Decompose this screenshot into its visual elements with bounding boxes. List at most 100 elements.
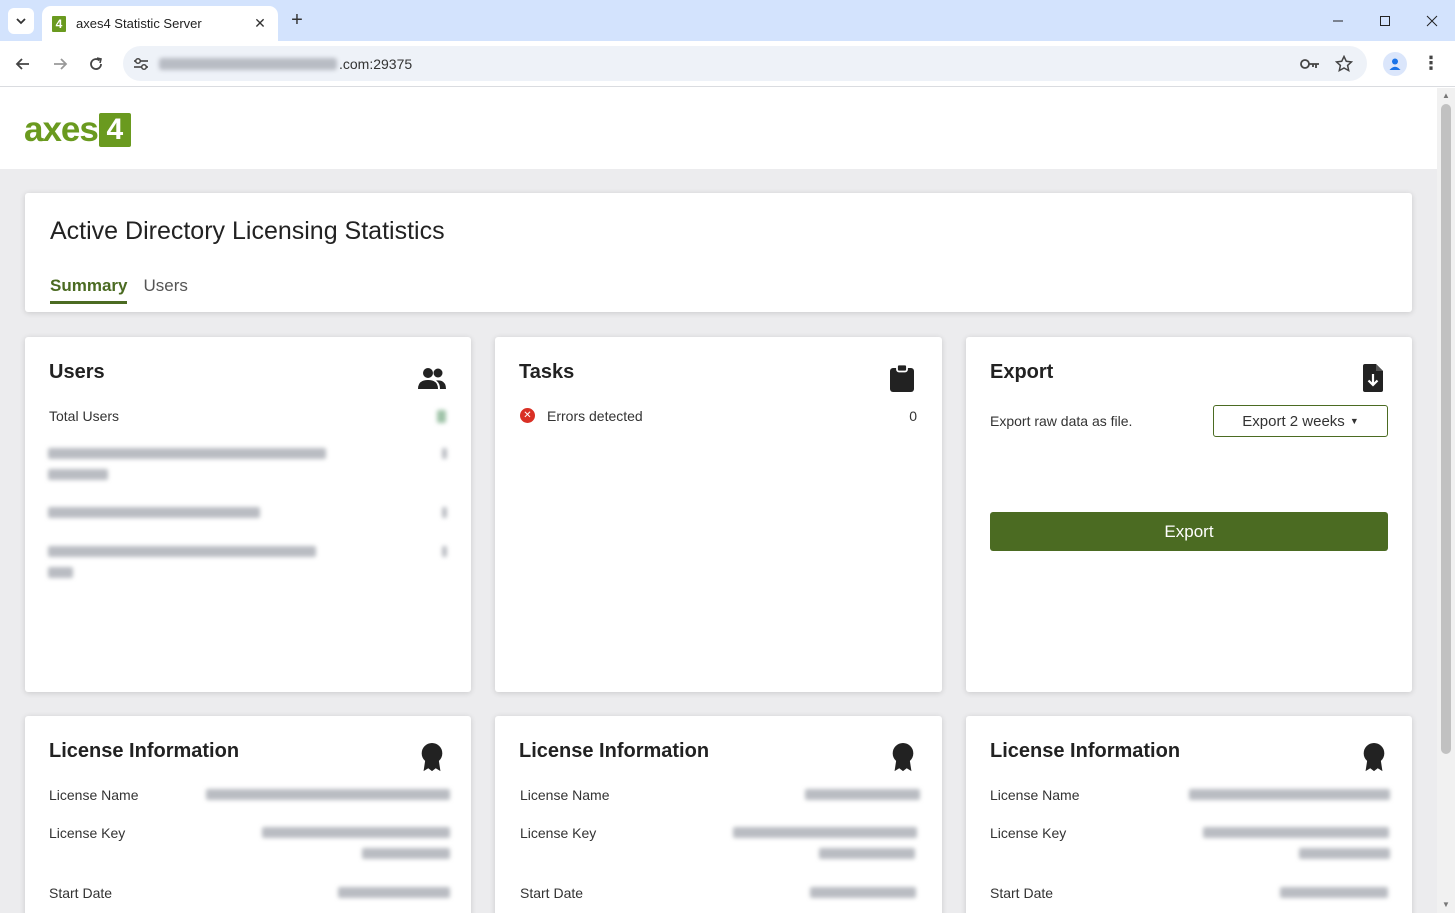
certificate-ribbon-icon xyxy=(1363,742,1385,772)
user-row-label-redacted xyxy=(48,448,326,459)
url-host-redacted xyxy=(159,57,337,70)
bookmark-star-icon[interactable] xyxy=(1333,53,1355,75)
user-row-label-redacted xyxy=(48,546,316,557)
license-key-value-redacted xyxy=(262,827,450,838)
scroll-down-icon[interactable]: ▼ xyxy=(1441,900,1451,910)
password-key-icon[interactable] xyxy=(1299,53,1321,75)
axes4-logo[interactable]: axes 4 xyxy=(24,110,131,150)
chevron-down-icon xyxy=(16,18,26,25)
start-date-value-redacted xyxy=(338,887,450,898)
total-users-value-redacted xyxy=(437,410,446,423)
reload-button[interactable] xyxy=(84,52,108,76)
minimize-button[interactable] xyxy=(1314,0,1361,41)
close-tab-icon[interactable]: ✕ xyxy=(252,15,268,32)
license-key-label: License Key xyxy=(990,825,1067,841)
license-card-1: License Information License Name License… xyxy=(25,716,471,913)
start-date-label: Start Date xyxy=(520,885,584,901)
user-row-value-redacted xyxy=(442,507,447,518)
browser-toolbar: .com:29375 xyxy=(0,41,1455,87)
maximize-icon xyxy=(1379,15,1390,26)
caret-down-icon: ▼ xyxy=(1349,416,1359,426)
license-key-value-redacted xyxy=(1299,848,1390,859)
page-title: Active Directory Licensing Statistics xyxy=(50,217,445,245)
maximize-button[interactable] xyxy=(1361,0,1408,41)
start-date-label: Start Date xyxy=(990,885,1054,901)
export-range-dropdown[interactable]: Export 2 weeks ▼ xyxy=(1213,405,1388,437)
user-row-value-redacted xyxy=(442,448,447,459)
logo-number: 4 xyxy=(98,113,131,147)
page-tabs: Summary Users xyxy=(50,276,204,304)
site-info-icon[interactable] xyxy=(131,54,151,74)
file-download-icon xyxy=(1363,364,1383,392)
license-name-value-redacted xyxy=(805,789,920,800)
page-content: axes 4 Active Directory Licensing Statis… xyxy=(0,88,1437,913)
license-key-value-redacted xyxy=(733,827,917,838)
profile-avatar-icon[interactable] xyxy=(1383,52,1407,76)
address-bar[interactable]: .com:29375 xyxy=(123,46,1367,81)
export-card-title: Export xyxy=(990,361,1054,383)
scroll-up-icon[interactable]: ▲ xyxy=(1441,91,1451,101)
new-tab-button[interactable]: + xyxy=(286,10,308,32)
users-card-title: Users xyxy=(49,361,105,383)
license-key-value-redacted xyxy=(819,848,915,859)
certificate-ribbon-icon xyxy=(421,742,443,772)
user-row-value-redacted xyxy=(442,546,447,557)
certificate-ribbon-icon xyxy=(892,742,914,772)
license-key-label: License Key xyxy=(49,825,126,841)
export-range-value: Export 2 weeks xyxy=(1242,412,1345,430)
forward-arrow-icon xyxy=(54,58,68,70)
license-card-3: License Information License Name License… xyxy=(966,716,1412,913)
start-date-value-redacted xyxy=(810,887,916,898)
forward-button[interactable] xyxy=(48,52,72,76)
close-window-button[interactable] xyxy=(1408,0,1455,41)
users-group-icon xyxy=(418,368,446,389)
url-text: .com:29375 xyxy=(339,55,413,72)
favicon-icon: 4 xyxy=(52,15,66,32)
license-card-title: License Information xyxy=(990,740,1181,762)
logo-text: axes xyxy=(24,110,99,149)
users-card: Users Total Users xyxy=(25,337,471,692)
back-arrow-icon xyxy=(15,58,29,70)
license-name-value-redacted xyxy=(206,789,450,800)
license-card-2: License Information License Name License… xyxy=(495,716,942,913)
title-card: Active Directory Licensing Statistics Su… xyxy=(25,193,1412,312)
error-status-icon: ✕ xyxy=(520,408,535,423)
browser-tab[interactable]: 4 axes4 Statistic Server ✕ xyxy=(42,6,278,41)
browser-tab-bar: 4 axes4 Statistic Server ✕ + xyxy=(0,0,1455,41)
export-card: Export Export raw data as file. Export 2… xyxy=(966,337,1412,692)
clipboard-icon xyxy=(890,363,914,392)
export-button[interactable]: Export xyxy=(990,512,1388,551)
export-description: Export raw data as file. xyxy=(990,413,1133,429)
license-card-title: License Information xyxy=(519,740,710,762)
close-icon xyxy=(1426,15,1437,26)
tab-title: axes4 Statistic Server xyxy=(76,16,202,31)
back-button[interactable] xyxy=(11,52,35,76)
license-name-label: License Name xyxy=(49,787,139,803)
tasks-card-title: Tasks xyxy=(519,361,575,383)
errors-detected-label: Errors detected xyxy=(547,408,643,424)
license-key-value-redacted xyxy=(362,848,450,859)
user-row-label-redacted xyxy=(48,567,73,578)
start-date-value-redacted xyxy=(1280,887,1388,898)
reload-icon xyxy=(90,57,102,70)
tab-users[interactable]: Users xyxy=(143,276,187,304)
license-name-label: License Name xyxy=(990,787,1080,803)
app-header: axes 4 xyxy=(0,88,1437,169)
license-key-value-redacted xyxy=(1203,827,1389,838)
start-date-label: Start Date xyxy=(49,885,113,901)
errors-detected-value: 0 xyxy=(909,408,917,424)
user-row-label-redacted xyxy=(48,469,108,480)
total-users-label: Total Users xyxy=(49,408,120,424)
scroll-thumb[interactable] xyxy=(1441,104,1451,754)
minimize-icon xyxy=(1332,20,1343,21)
license-name-label: License Name xyxy=(520,787,610,803)
license-key-label: License Key xyxy=(520,825,597,841)
tab-summary[interactable]: Summary xyxy=(50,276,128,304)
page-scrollbar[interactable]: ▲ ▼ xyxy=(1437,88,1455,913)
license-card-title: License Information xyxy=(49,740,240,762)
browser-menu-icon[interactable]: ⋮ xyxy=(1421,52,1441,76)
tasks-card: Tasks ✕ Errors detected 0 xyxy=(495,337,942,692)
tab-search-button[interactable] xyxy=(8,8,34,34)
user-row-label-redacted xyxy=(48,507,260,518)
license-name-value-redacted xyxy=(1189,789,1390,800)
